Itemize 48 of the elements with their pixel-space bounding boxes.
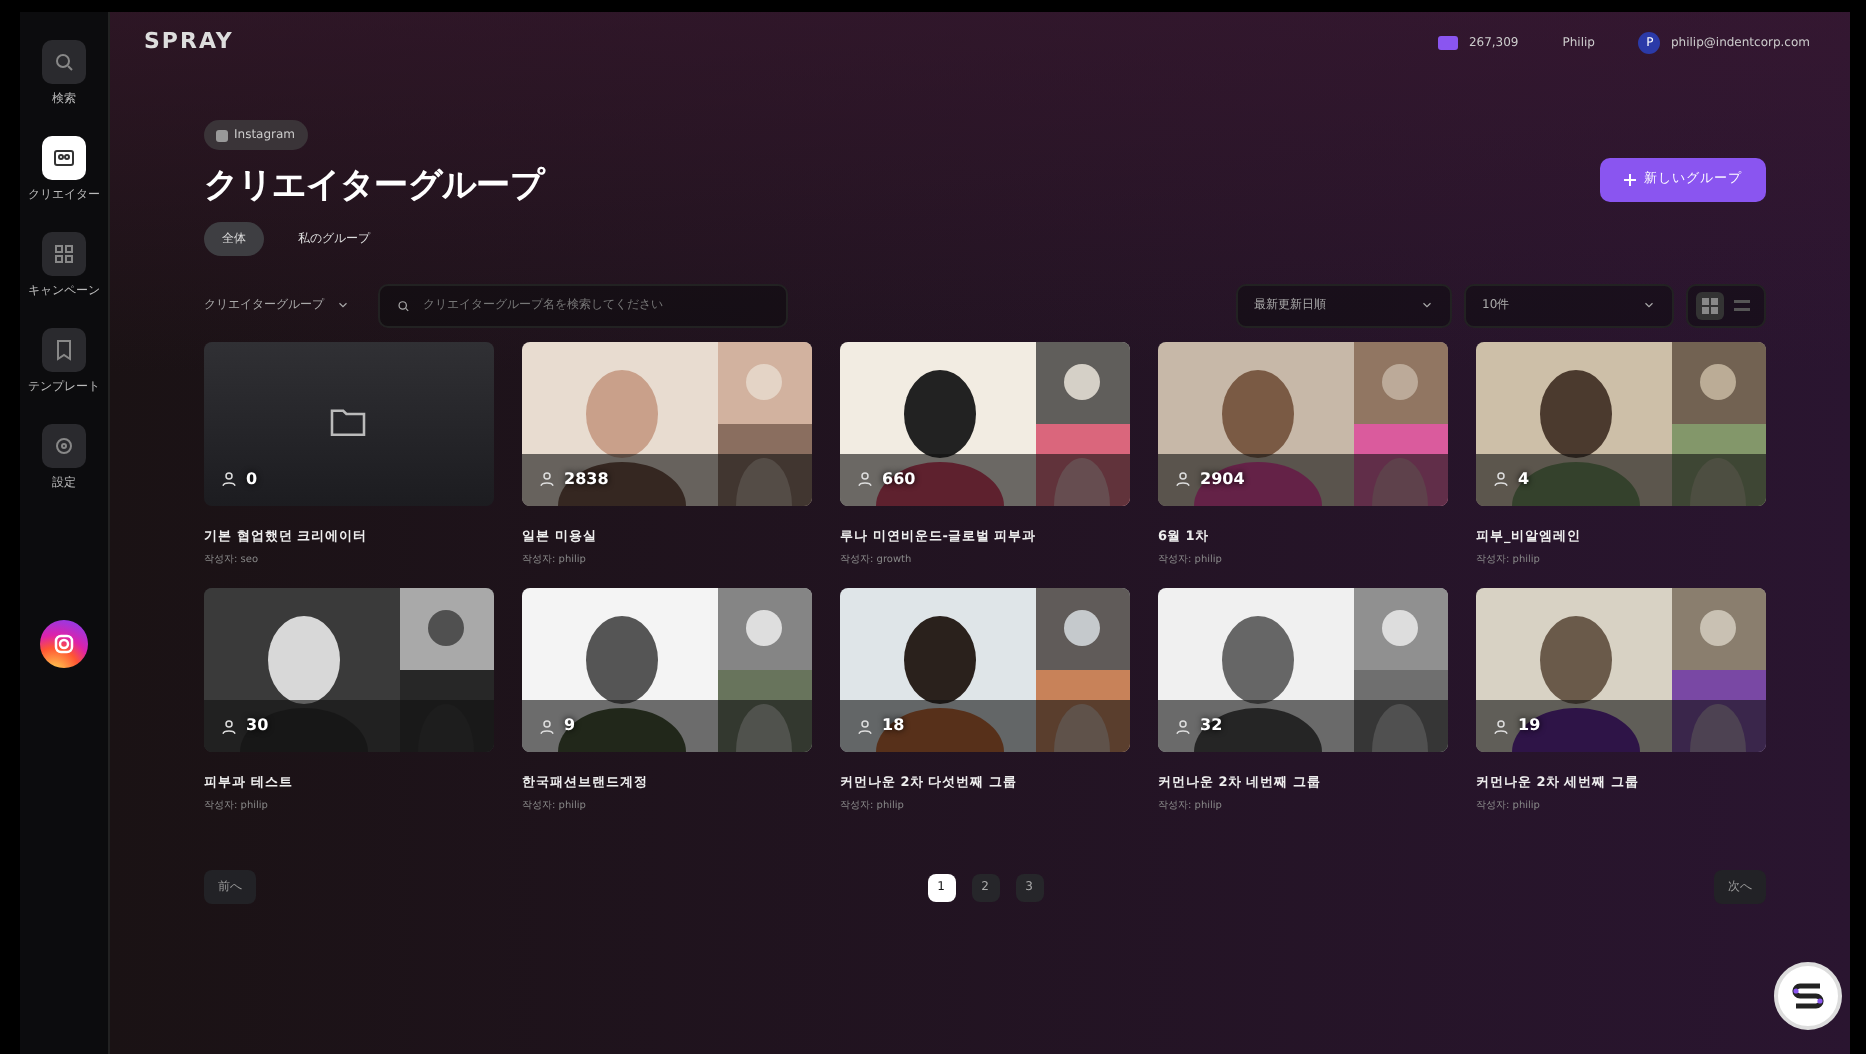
search-icon	[52, 50, 76, 74]
person-icon	[1492, 470, 1510, 489]
page-title: クリエイターグループ	[204, 165, 544, 206]
group-thumbnail[interactable]: 2838	[522, 341, 812, 506]
member-count: 4	[1518, 467, 1530, 492]
search-icon	[396, 297, 411, 314]
group-thumbnail[interactable]: 32	[1158, 588, 1448, 753]
group-thumbnail[interactable]: 0	[204, 341, 494, 506]
caret-icon	[1420, 298, 1434, 313]
credit-icon	[1438, 35, 1459, 49]
grid-view-button[interactable]	[1696, 291, 1724, 320]
folder-icon	[328, 405, 368, 438]
member-count: 32	[1200, 714, 1223, 739]
plus-icon	[1624, 174, 1636, 187]
group-thumbnail[interactable]: 30	[204, 588, 494, 753]
settings-icon	[52, 434, 76, 458]
chat-button[interactable]	[1774, 962, 1842, 1030]
group-thumbnail[interactable]: 4	[1476, 341, 1766, 506]
member-count: 18	[882, 714, 905, 739]
member-count: 2904	[1200, 467, 1245, 492]
list-icon	[1734, 297, 1750, 314]
grid-icon	[52, 242, 76, 266]
person-icon	[538, 470, 556, 489]
people-icon	[52, 146, 76, 170]
instagram-icon	[216, 129, 228, 141]
person-icon	[220, 717, 238, 736]
group-thumbnail[interactable]: 660	[840, 341, 1130, 506]
group-thumbnail[interactable]: 2904	[1158, 341, 1448, 506]
person-icon	[538, 717, 556, 736]
member-count: 30	[246, 714, 269, 739]
instagram-icon[interactable]	[40, 620, 88, 668]
caret-icon	[1642, 298, 1656, 313]
person-icon	[1492, 717, 1510, 736]
member-count: 19	[1518, 714, 1541, 739]
bookmark-icon	[52, 338, 76, 362]
person-icon	[856, 717, 874, 736]
group-thumbnail[interactable]: 18	[840, 588, 1130, 753]
person-icon	[856, 470, 874, 489]
caret-icon	[336, 298, 350, 313]
person-icon	[1174, 470, 1192, 489]
logo[interactable]: SPRAY	[144, 25, 234, 59]
member-count: 660	[882, 467, 916, 492]
member-count: 0	[246, 467, 258, 492]
grid-icon	[1702, 297, 1718, 314]
person-icon	[220, 470, 238, 489]
group-thumbnail[interactable]: 19	[1476, 588, 1766, 753]
member-count: 2838	[564, 467, 609, 492]
person-icon	[1174, 717, 1192, 736]
